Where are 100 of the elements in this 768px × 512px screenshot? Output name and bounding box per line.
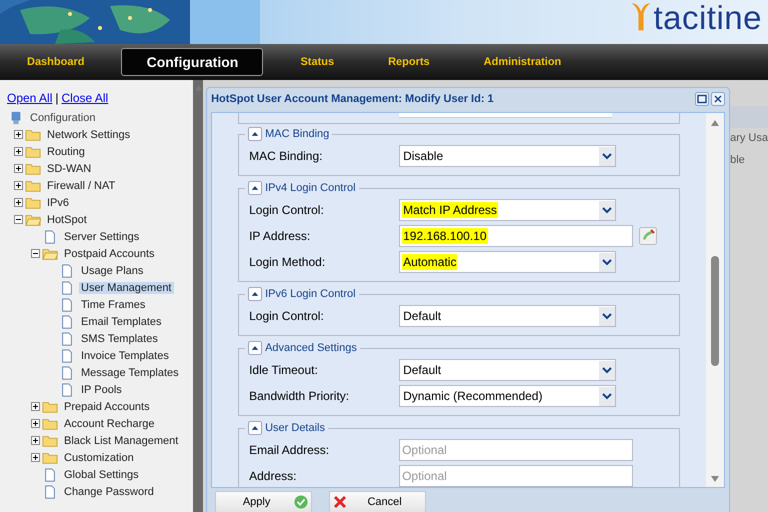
- field-label: Address:: [249, 469, 298, 483]
- collapse-icon[interactable]: [14, 215, 23, 224]
- edit-icon[interactable]: [639, 227, 658, 245]
- text-field[interactable]: 192.168.100.10: [399, 225, 634, 247]
- select-value: Default: [402, 308, 442, 324]
- tree-item[interactable]: Routing: [45, 146, 87, 158]
- select-value: Automatic: [402, 254, 458, 270]
- field-label: Idle Timeout:: [249, 363, 319, 377]
- tree-item[interactable]: Prepaid Accounts: [62, 400, 152, 412]
- select-value: Default: [402, 362, 442, 378]
- select-field[interactable]: Match IP Address: [399, 199, 616, 221]
- folder-icon: [42, 434, 58, 448]
- expand-icon[interactable]: [31, 436, 40, 445]
- field-label: Login Control:: [249, 203, 325, 217]
- collapse-section-icon[interactable]: [248, 127, 262, 141]
- dropdown-icon[interactable]: [599, 146, 616, 166]
- expand-icon[interactable]: [31, 453, 40, 462]
- nav-tab[interactable]: Reports: [371, 48, 447, 76]
- close-icon[interactable]: [711, 92, 726, 106]
- select-field[interactable]: Default: [399, 305, 616, 327]
- folder-icon: [42, 416, 58, 430]
- page-icon: [59, 264, 75, 278]
- check-icon: [294, 495, 308, 509]
- expand-icon[interactable]: [14, 164, 23, 173]
- tree-item[interactable]: Email Templates: [79, 316, 164, 328]
- tree-root-label[interactable]: Configuration: [28, 112, 98, 124]
- select-field[interactable]: Dynamic (Recommended): [399, 385, 616, 407]
- tree-item[interactable]: Network Settings: [45, 128, 132, 140]
- expand-icon[interactable]: [31, 402, 40, 411]
- folder-icon: [42, 400, 58, 414]
- collapse-section-icon[interactable]: [248, 287, 262, 301]
- tree-item[interactable]: User Management: [79, 282, 174, 294]
- tree-item[interactable]: Global Settings: [62, 468, 141, 480]
- page-icon: [59, 298, 75, 312]
- expand-icon[interactable]: [14, 198, 23, 207]
- dropdown-icon[interactable]: [599, 306, 616, 326]
- select-value: Dynamic (Recommended): [402, 388, 544, 404]
- nav-tab[interactable]: Status: [283, 48, 352, 76]
- tree-item[interactable]: Server Settings: [62, 230, 142, 242]
- tree-item[interactable]: Firewall / NAT: [45, 180, 118, 192]
- folder-icon: [25, 162, 41, 176]
- tree-item[interactable]: Time Frames: [79, 298, 148, 310]
- select-field[interactable]: Default: [399, 359, 616, 381]
- field-label: MAC Binding:: [249, 149, 324, 163]
- dropdown-icon[interactable]: [599, 386, 616, 406]
- tree-item[interactable]: SD-WAN: [45, 162, 94, 174]
- tree-item[interactable]: Message Templates: [79, 366, 181, 378]
- dropdown-icon[interactable]: [599, 360, 616, 380]
- collapse-section-icon[interactable]: [248, 341, 262, 355]
- scroll-down-icon[interactable]: [710, 475, 720, 483]
- page-icon: [59, 314, 75, 328]
- field-label: Bandwidth Priority:: [249, 389, 350, 403]
- column-header: ary Usa: [730, 132, 768, 146]
- tree-item[interactable]: IP Pools: [79, 384, 124, 396]
- tree-item[interactable]: Postpaid Accounts: [62, 248, 157, 260]
- nav-tab[interactable]: Dashboard: [10, 48, 102, 76]
- select-field[interactable]: Automatic: [399, 251, 616, 273]
- scrollbar-thumb[interactable]: [711, 256, 720, 366]
- page-icon: [59, 348, 75, 362]
- apply-button[interactable]: Apply: [215, 491, 312, 512]
- tree-item[interactable]: Black List Management: [62, 434, 180, 446]
- scroll-up-icon[interactable]: [710, 119, 720, 127]
- dropdown-icon[interactable]: [599, 252, 616, 272]
- tree-item[interactable]: Invoice Templates: [79, 350, 171, 362]
- expand-icon[interactable]: [14, 147, 23, 156]
- tree-item[interactable]: Change Password: [62, 486, 156, 498]
- dropdown-icon[interactable]: [599, 200, 616, 220]
- folder-icon: [42, 246, 58, 260]
- tree-item[interactable]: HotSpot: [45, 214, 89, 226]
- cancel-button[interactable]: Cancel: [329, 491, 426, 512]
- tree-item[interactable]: Account Recharge: [62, 418, 156, 430]
- folder-icon: [25, 128, 41, 142]
- table-cell-text: ble: [730, 154, 746, 168]
- page-icon: [42, 468, 58, 482]
- expand-icon[interactable]: [31, 419, 40, 428]
- page-icon: [42, 230, 58, 244]
- field-label: Login Method:: [249, 255, 326, 269]
- collapse-section-icon[interactable]: [248, 181, 262, 195]
- tree-item[interactable]: SMS Templates: [79, 332, 160, 344]
- collapse-icon[interactable]: [31, 249, 40, 258]
- field-label: Email Address:: [249, 443, 330, 457]
- field-value: 192.168.100.10: [402, 228, 488, 244]
- page-icon: [42, 484, 58, 498]
- field-placeholder: Optional: [402, 443, 447, 457]
- section-legend: IPv6 Login Control: [265, 288, 356, 300]
- nav-tab[interactable]: Configuration: [121, 48, 264, 76]
- open-all-link[interactable]: Open All: [7, 91, 52, 105]
- expand-icon[interactable]: [14, 130, 23, 139]
- tree-item[interactable]: Customization: [62, 452, 136, 464]
- folder-icon: [25, 144, 41, 158]
- select-field[interactable]: Disable: [399, 145, 616, 167]
- collapse-section-icon[interactable]: [248, 421, 262, 435]
- tree-item[interactable]: IPv6: [45, 196, 72, 208]
- expand-icon[interactable]: [14, 181, 23, 190]
- cross-icon: [333, 495, 348, 509]
- nav-tab[interactable]: Administration: [466, 48, 578, 76]
- folder-icon: [25, 196, 41, 210]
- close-all-link[interactable]: Close All: [62, 91, 108, 105]
- tree-item[interactable]: Usage Plans: [79, 264, 146, 276]
- maximize-icon[interactable]: [695, 92, 710, 106]
